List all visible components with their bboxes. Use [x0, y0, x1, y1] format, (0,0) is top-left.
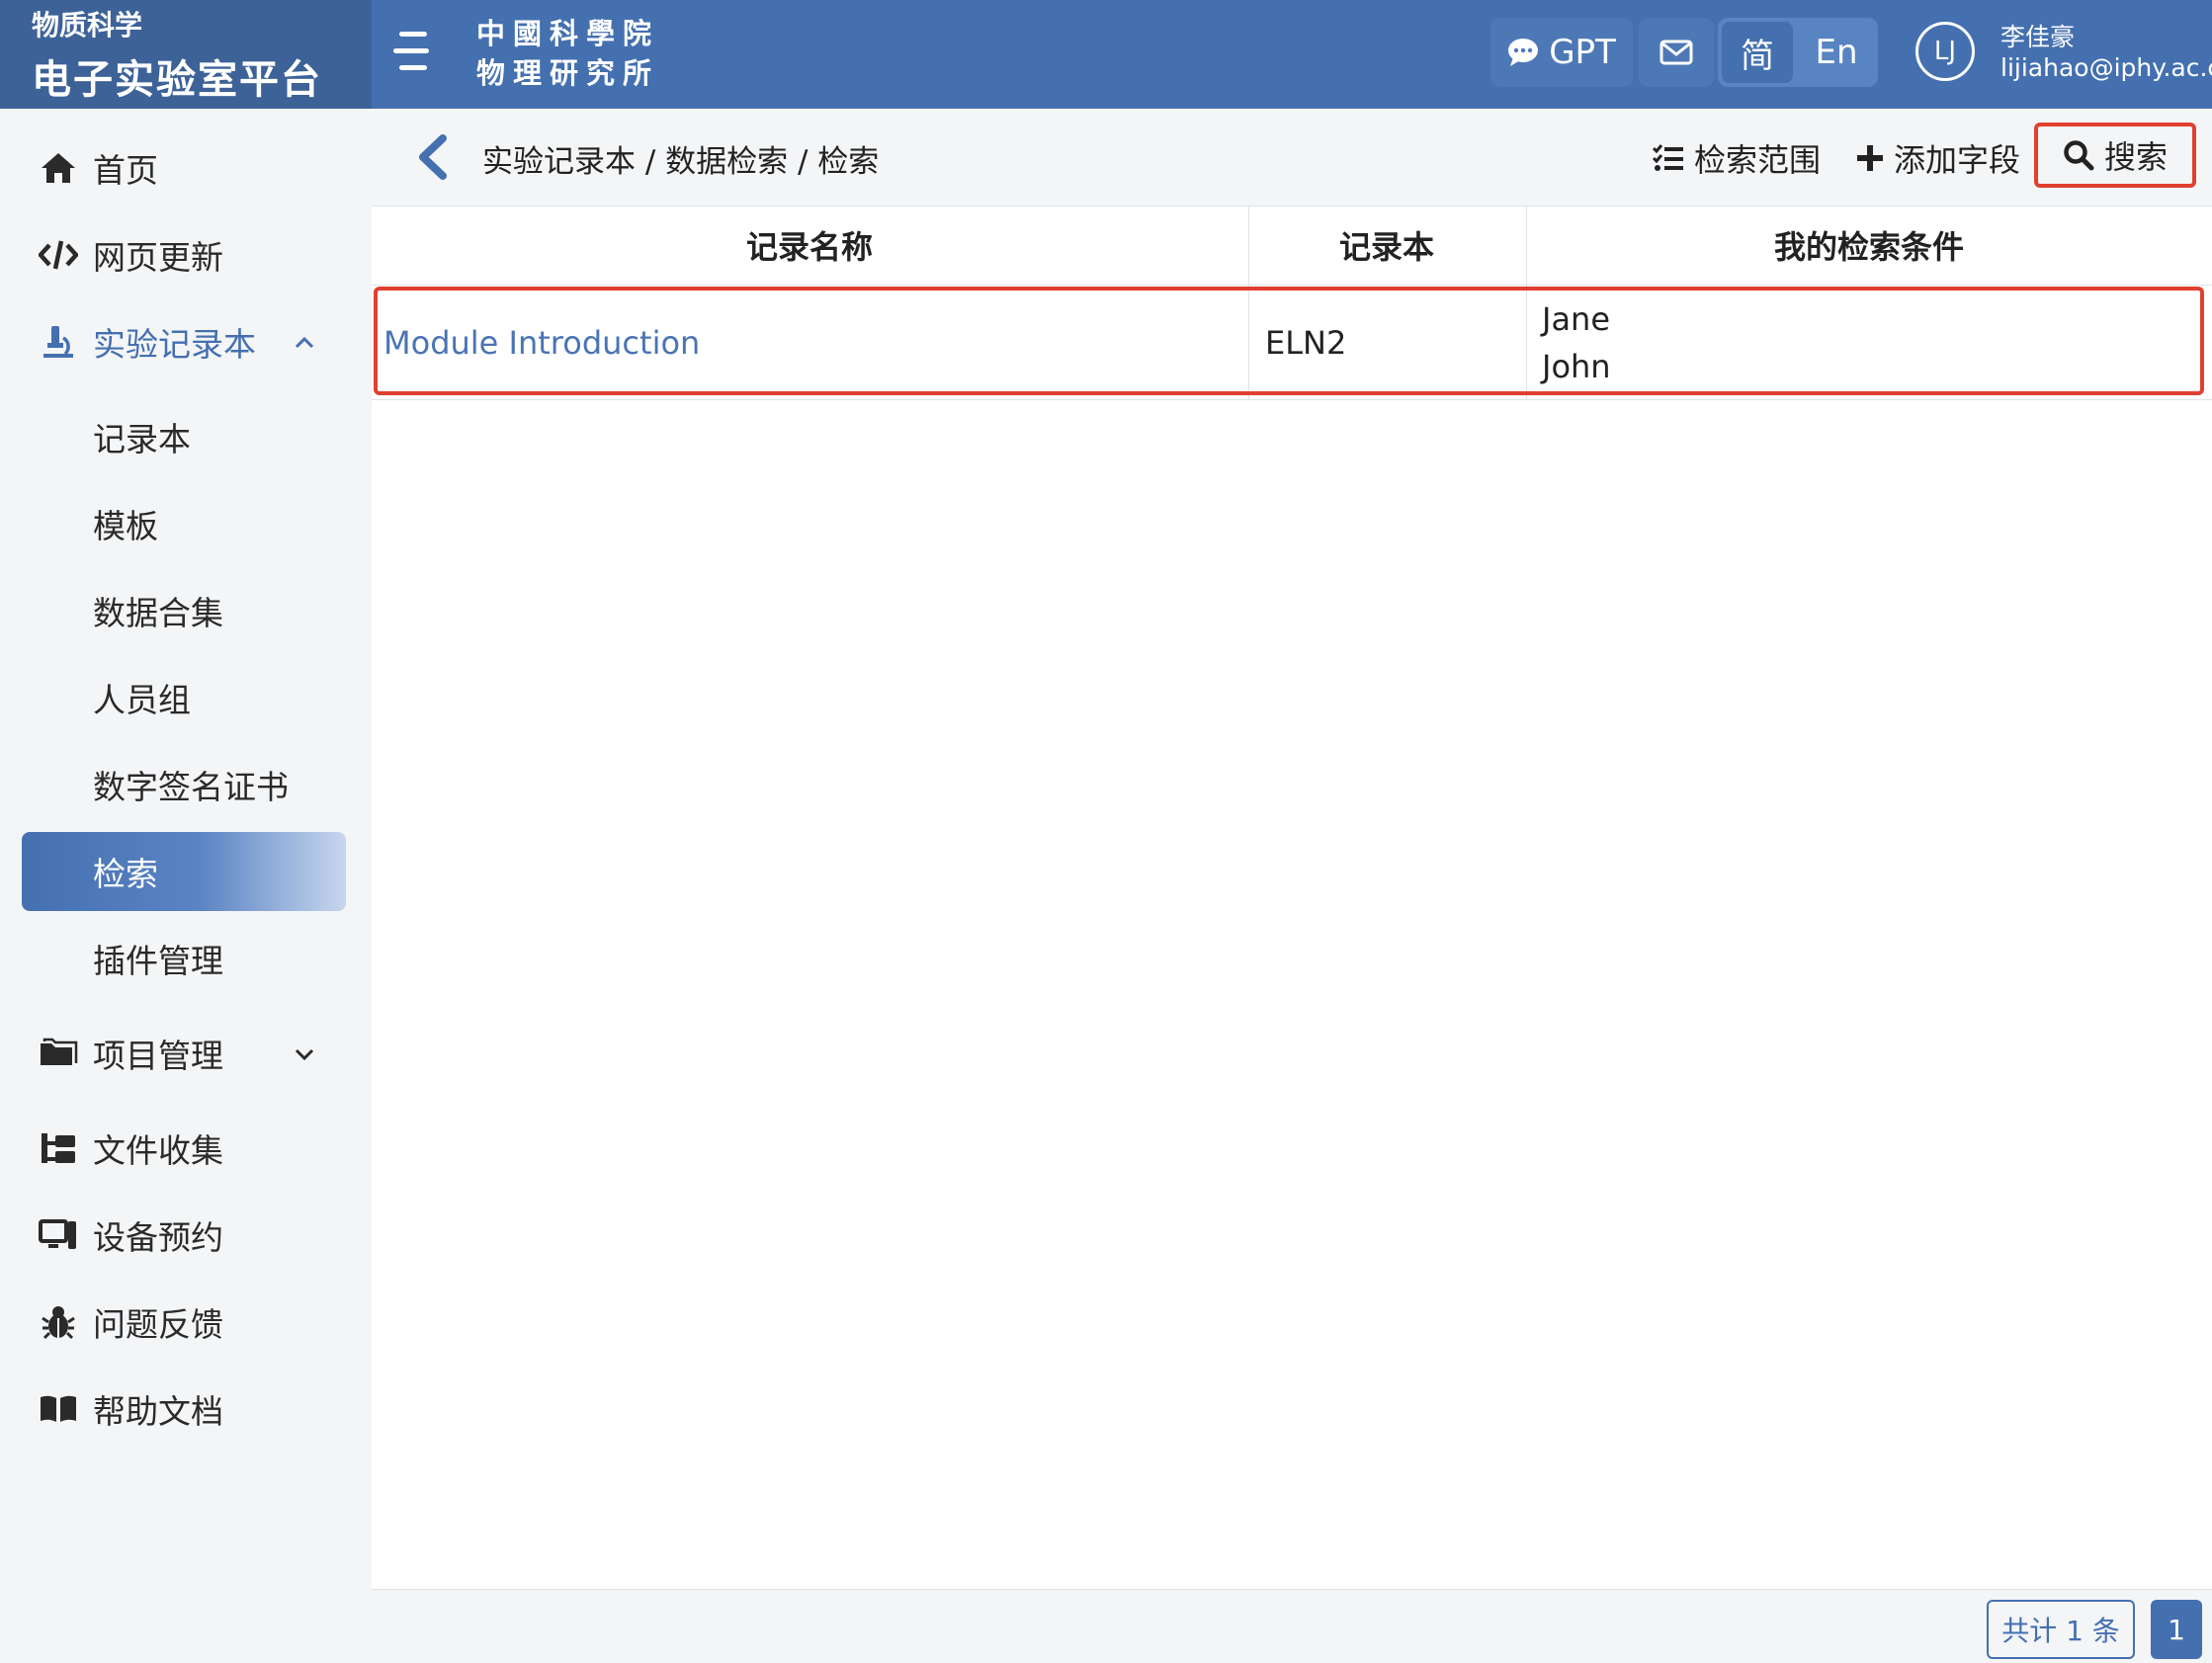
- breadcrumb: 实验记录本 / 数据检索 / 检索: [482, 144, 880, 180]
- back-chevron-icon[interactable]: [415, 134, 451, 180]
- gpt-label: GPT: [1549, 33, 1616, 72]
- table-row[interactable]: Module Introduction ELN2 Jane John: [374, 287, 2204, 395]
- sidebar-sublabel: 数字签名证书: [93, 768, 289, 806]
- column-header-notebook[interactable]: 记录本: [1248, 206, 1525, 285]
- book-open-icon: [38, 1388, 79, 1430]
- sidebar-item-web-update[interactable]: 网页更新: [0, 215, 372, 294]
- add-field-label: 添加字段: [1894, 141, 2021, 179]
- main-content: 实验记录本 / 数据检索 / 检索 检索范围 添加字段 搜索 记录名称 记录本 …: [372, 109, 2212, 1663]
- chat-bubble-icon: [1508, 39, 1539, 66]
- desktop-icon: [38, 1214, 79, 1256]
- sidebar-item-feedback[interactable]: 问题反馈: [0, 1283, 372, 1362]
- avatar[interactable]: LJ: [1915, 22, 1975, 81]
- user-email: lijiahao@iphy.ac.cn: [2000, 53, 2212, 82]
- sidebar-subitem-groups[interactable]: 人员组: [22, 658, 346, 737]
- record-name-link[interactable]: Module Introduction: [383, 324, 700, 362]
- sidebar-sublabel: 数据合集: [93, 594, 223, 632]
- brand-block[interactable]: 物质科学 电子实验室平台: [0, 0, 372, 109]
- sidebar-item-device-booking[interactable]: 设备预约: [0, 1196, 372, 1275]
- sidebar-sublabel: 插件管理: [93, 942, 223, 980]
- gpt-button[interactable]: GPT: [1490, 18, 1633, 87]
- toolbar: 实验记录本 / 数据检索 / 检索 检索范围 添加字段 搜索: [372, 109, 2212, 207]
- microscope-icon: [38, 321, 79, 363]
- list-check-icon: [1653, 144, 1683, 171]
- sidebar-label-help: 帮助文档: [93, 1392, 223, 1431]
- add-field-button[interactable]: 添加字段: [1856, 132, 2020, 184]
- record-notebook: ELN2: [1265, 324, 1347, 362]
- top-bar: 物质科学 电子实验室平台 中國科學院 物理研究所 GPT 简 En LJ 李佳豪…: [0, 0, 2212, 109]
- search-icon: [2064, 140, 2094, 171]
- sidebar-item-notebook[interactable]: 实验记录本: [0, 302, 372, 381]
- sidebar-sublabel: 记录本: [93, 420, 191, 458]
- sidebar-subitem-datasets[interactable]: 数据合集: [22, 571, 346, 650]
- sidebar-label-file-collect: 文件收集: [93, 1131, 223, 1170]
- search-scope-button[interactable]: 检索范围: [1653, 132, 1821, 184]
- sidebar-subitem-plugins[interactable]: 插件管理: [22, 919, 346, 998]
- column-header-conditions[interactable]: 我的检索条件: [1526, 206, 2212, 285]
- sidebar-subitem-notebooks[interactable]: 记录本: [22, 397, 346, 476]
- mail-icon: [1659, 40, 1693, 65]
- brand-title: 电子实验室平台: [32, 57, 322, 103]
- sitemap-icon: [38, 1127, 79, 1169]
- pagination-bar: 共计 1 条 1: [372, 1589, 2212, 1663]
- sidebar-sublabel: 人员组: [93, 681, 191, 719]
- sidebar: 首页 网页更新 实验记录本 记录本 模板 数据合集 人员组 数字签名证书 检索 …: [0, 109, 373, 1662]
- sidebar-sublabel: 模板: [93, 507, 158, 545]
- search-button[interactable]: 搜索: [2034, 123, 2196, 188]
- sidebar-label-web-update: 网页更新: [93, 238, 223, 277]
- condition-item: John: [1542, 348, 1611, 385]
- search-scope-label: 检索范围: [1694, 141, 1822, 179]
- search-label: 搜索: [2103, 138, 2168, 176]
- language-switch: 简 En: [1718, 18, 1878, 87]
- sidebar-item-file-collect[interactable]: 文件收集: [0, 1109, 372, 1188]
- plus-icon: [1857, 145, 1883, 171]
- brand-subtitle: 物质科学: [32, 9, 143, 42]
- institute-logo-text: 中國科學院 物理研究所: [476, 14, 659, 93]
- sidebar-subitem-templates[interactable]: 模板: [22, 484, 346, 563]
- sidebar-label-device-booking: 设备预约: [93, 1218, 223, 1257]
- table-header: 记录名称 记录本 我的检索条件: [372, 206, 2212, 286]
- home-icon: [38, 147, 79, 189]
- sidebar-label-notebook: 实验记录本: [93, 325, 256, 364]
- lang-zh-button[interactable]: 简: [1722, 22, 1793, 83]
- sidebar-sublabel: 检索: [93, 855, 158, 893]
- sidebar-item-home[interactable]: 首页: [0, 128, 372, 208]
- page-button-1[interactable]: 1: [2151, 1600, 2202, 1659]
- user-name: 李佳豪: [2000, 23, 2076, 51]
- sidebar-subitem-certificates[interactable]: 数字签名证书: [22, 745, 346, 824]
- sidebar-label-projects: 项目管理: [93, 1037, 223, 1075]
- chevron-up-icon: [295, 330, 314, 355]
- sidebar-subitem-search[interactable]: 检索: [22, 832, 346, 911]
- lang-en-button[interactable]: En: [1799, 22, 1874, 83]
- chevron-down-icon: [295, 1041, 314, 1066]
- folder-icon: [38, 1033, 79, 1074]
- menu-toggle-icon[interactable]: [393, 30, 433, 73]
- row-divider: [372, 399, 2212, 400]
- sidebar-label-home: 首页: [93, 151, 158, 190]
- sidebar-item-projects[interactable]: 项目管理: [0, 1014, 372, 1093]
- condition-item: Jane: [1542, 300, 1611, 338]
- sidebar-item-help[interactable]: 帮助文档: [0, 1370, 372, 1449]
- mail-button[interactable]: [1639, 18, 1714, 87]
- total-count: 共计 1 条: [1987, 1600, 2135, 1659]
- institute-line-1: 中國科學院: [476, 17, 660, 50]
- column-header-record-name[interactable]: 记录名称: [372, 206, 1247, 285]
- code-icon: [38, 234, 79, 276]
- sidebar-label-feedback: 问题反馈: [93, 1305, 223, 1344]
- institute-line-2: 物理研究所: [476, 56, 660, 90]
- bug-icon: [38, 1301, 79, 1343]
